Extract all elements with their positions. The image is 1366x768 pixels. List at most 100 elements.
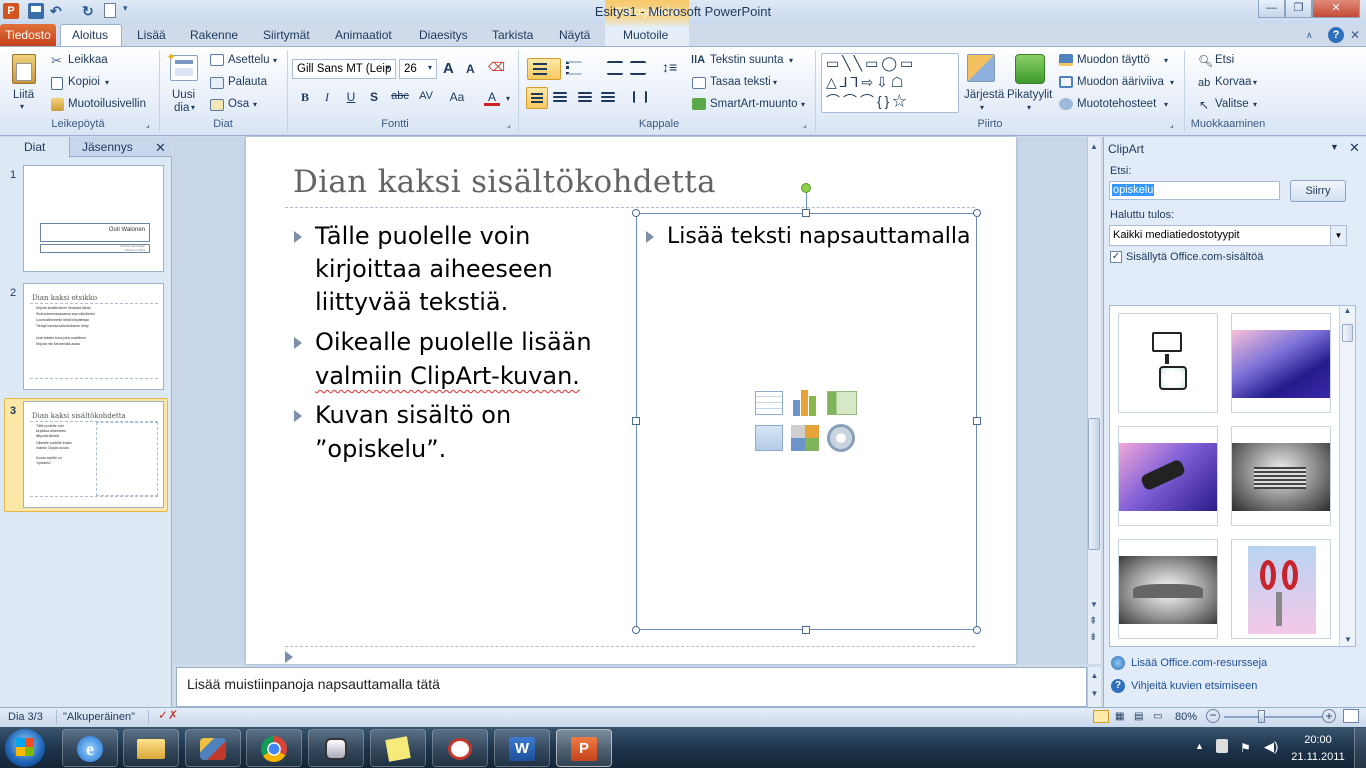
taskbar-chrome[interactable]: [246, 729, 302, 767]
font-name-combo[interactable]: Gill Sans MT (Leip: [292, 59, 396, 79]
new-slide-label-2[interactable]: dia: [174, 102, 189, 114]
clipart-result-item[interactable]: [1231, 539, 1331, 639]
font-color-button[interactable]: A: [484, 90, 500, 106]
clipart-result-item[interactable]: [1118, 539, 1218, 639]
tab-review[interactable]: Tarkista: [492, 28, 533, 42]
clock-date[interactable]: 21.11.2011: [1290, 751, 1346, 763]
scroll-up-icon[interactable]: ▲: [1090, 142, 1098, 151]
change-case-button[interactable]: Aa: [446, 90, 468, 106]
include-office-label[interactable]: Sisällytä Office.com-sisältöä: [1126, 251, 1263, 263]
action-center-icon[interactable]: ⚑: [1240, 741, 1251, 755]
resize-handle-nw[interactable]: [632, 209, 640, 217]
find-label[interactable]: Etsi: [1215, 54, 1234, 66]
shapes-gallery[interactable]: ▭╲╲▭◯▭ △⅃⅂⇨⇩☖ ⌒⌒⌒{}☆: [821, 53, 959, 113]
section-icon[interactable]: [210, 99, 224, 111]
tab-view[interactable]: Näytä: [559, 28, 590, 42]
resize-handle-n[interactable]: [802, 209, 810, 217]
close-pane-icon[interactable]: ✕: [155, 140, 166, 156]
taskbar-word[interactable]: W: [494, 729, 550, 767]
underline-button[interactable]: U: [342, 90, 360, 106]
format-painter-label[interactable]: Muotoilusivellin: [68, 98, 146, 110]
replace-dropdown-icon[interactable]: ▾: [1253, 78, 1257, 87]
results-scrollbar[interactable]: ▲ ▼: [1339, 306, 1355, 646]
notes-scrollbar[interactable]: ▲ ▼: [1087, 667, 1101, 707]
cut-icon[interactable]: ✂: [51, 53, 62, 69]
align-text-icon[interactable]: [692, 77, 706, 89]
resize-handle-s[interactable]: [802, 626, 810, 634]
close-document-icon[interactable]: ✕: [1350, 28, 1360, 42]
chevron-down-icon[interactable]: ▼: [1330, 226, 1346, 245]
align-text-label[interactable]: Tasaa teksti: [710, 76, 771, 88]
shape-fill-label[interactable]: Muodon täyttö: [1077, 54, 1150, 66]
slideshow-view-icon[interactable]: ▭: [1153, 711, 1162, 722]
show-hidden-icons[interactable]: ▲: [1195, 741, 1204, 751]
slide-scrollbar[interactable]: [1087, 137, 1101, 664]
font-size-dropdown-icon[interactable]: ▾: [428, 63, 432, 72]
clear-formatting-icon[interactable]: ⌫: [488, 60, 505, 76]
copy-label[interactable]: Kopioi: [68, 76, 100, 88]
layout-label[interactable]: Asettelu: [228, 54, 270, 66]
scroll-thumb[interactable]: [1088, 418, 1100, 550]
tab-design[interactable]: Rakenne: [190, 28, 238, 42]
insert-media-icon[interactable]: [827, 424, 855, 452]
clipboard-launcher-icon[interactable]: ⌟: [146, 120, 150, 129]
text-direction-icon[interactable]: ǀǀA: [691, 54, 705, 66]
reading-view-icon[interactable]: ▤: [1134, 711, 1143, 722]
replace-label[interactable]: Korvaa: [1215, 76, 1251, 88]
zoom-slider[interactable]: [1224, 716, 1322, 718]
close-pane-icon[interactable]: ✕: [1349, 140, 1360, 156]
arrange-dropdown-icon[interactable]: ▾: [980, 103, 984, 112]
decrease-indent-icon[interactable]: [607, 61, 623, 75]
taskbar-internet-explorer[interactable]: e: [62, 729, 118, 767]
tab-file[interactable]: Tiedosto: [0, 24, 56, 46]
insert-clipart-icon[interactable]: [791, 425, 819, 451]
paste-dropdown-icon[interactable]: ▾: [20, 102, 24, 111]
result-type-select[interactable]: Kaikki mediatiedostotyypit ▼: [1109, 225, 1347, 246]
help-icon[interactable]: ?: [1328, 27, 1344, 43]
shape-outline-dropdown-icon[interactable]: ▾: [1170, 78, 1174, 87]
search-tips-link[interactable]: Vihjeitä kuvien etsimiseen: [1131, 680, 1257, 692]
next-slide-icon[interactable]: ⇟: [1089, 632, 1097, 643]
tab-animations[interactable]: Animaatiot: [335, 28, 392, 42]
slide-thumbnail-3[interactable]: Dian kaksi sisältökohdetta Tälle puolell…: [23, 401, 164, 508]
align-right-button[interactable]: [578, 92, 592, 94]
cut-label[interactable]: Leikkaa: [68, 54, 108, 66]
scroll-thumb[interactable]: [1342, 324, 1353, 342]
quick-styles-icon[interactable]: [1015, 54, 1045, 84]
new-slide-dropdown-icon[interactable]: ▾: [191, 103, 195, 112]
line-spacing-icon[interactable]: ↕≡: [662, 59, 677, 75]
maximize-button[interactable]: ❐: [1285, 0, 1312, 18]
spellcheck-icon[interactable]: ✓✗: [158, 708, 178, 722]
slide-thumbnail-1[interactable]: Outi Walonen Kirjoitti muut tiedot Tieto…: [23, 165, 164, 272]
search-input[interactable]: opiskelu: [1109, 181, 1280, 200]
tab-format[interactable]: Muotoile: [623, 28, 668, 42]
resize-handle-e[interactable]: [973, 417, 981, 425]
taskbar-sticky-notes[interactable]: [370, 729, 426, 767]
shape-fill-icon[interactable]: [1059, 54, 1073, 66]
zoom-out-icon[interactable]: −: [1206, 709, 1220, 723]
clipart-result-item[interactable]: [1118, 313, 1218, 413]
resize-handle-ne[interactable]: [973, 209, 981, 217]
shape-effects-label[interactable]: Muototehosteet: [1077, 98, 1156, 110]
font-launcher-icon[interactable]: ⌟: [507, 120, 511, 129]
volume-icon[interactable]: ◀): [1264, 739, 1278, 755]
office-resources-link[interactable]: Lisää Office.com-resursseja: [1131, 657, 1267, 669]
bold-button[interactable]: B: [296, 90, 314, 106]
bullet-line[interactable]: liittyvää tekstiä.: [315, 286, 508, 319]
resize-handle-se[interactable]: [973, 626, 981, 634]
taskbar-file-explorer[interactable]: [123, 729, 179, 767]
text-direction-dropdown-icon[interactable]: ▾: [789, 56, 793, 65]
quick-styles-dropdown-icon[interactable]: ▾: [1027, 103, 1031, 112]
content-placeholder-text[interactable]: Lisää teksti napsauttamalla: [667, 220, 971, 253]
format-painter-icon[interactable]: [51, 98, 64, 111]
smartart-label[interactable]: SmartArt-muunto: [710, 98, 798, 110]
select-dropdown-icon[interactable]: ▾: [1253, 100, 1257, 109]
tab-insert[interactable]: Lisää: [137, 28, 166, 42]
bullet-line[interactable]: valmiin ClipArt-kuvan.: [315, 360, 580, 393]
bullets-button[interactable]: [527, 58, 561, 80]
scroll-up-icon[interactable]: ▲: [1340, 306, 1355, 315]
close-button[interactable]: ✕: [1312, 0, 1360, 18]
shape-effects-dropdown-icon[interactable]: ▾: [1164, 100, 1168, 109]
insert-smartart-icon[interactable]: [827, 391, 857, 415]
zoom-in-icon[interactable]: +: [1322, 709, 1336, 723]
